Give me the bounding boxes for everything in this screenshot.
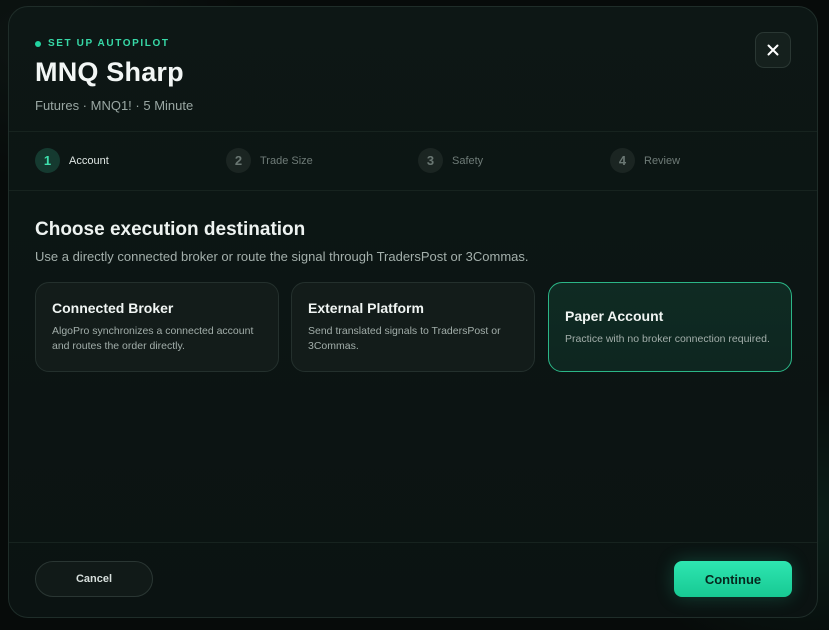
step-trade-size[interactable]: 2 Trade Size	[226, 148, 313, 173]
step-account[interactable]: 1 Account	[35, 148, 109, 173]
step-safety[interactable]: 3 Safety	[418, 148, 483, 173]
step-label: Review	[644, 154, 681, 167]
close-icon	[767, 44, 779, 56]
modal-footer: Cancel Continue	[9, 542, 817, 617]
kicker-label: SET UP AUTOPILOT	[48, 38, 170, 49]
step-label: Account	[69, 154, 109, 167]
status-dot-icon	[35, 40, 41, 47]
option-title: Connected Broker	[52, 300, 174, 316]
option-connected-broker[interactable]: Connected Broker AlgoPro synchronizes a …	[35, 282, 279, 372]
autopilot-setup-modal: SET UP AUTOPILOT MNQ Sharp Futures · MNQ…	[8, 6, 818, 618]
kicker: SET UP AUTOPILOT	[35, 38, 170, 49]
option-title: External Platform	[308, 300, 424, 316]
section-description: Use a directly connected broker or route…	[35, 249, 529, 264]
option-paper-account[interactable]: Paper Account Practice with no broker co…	[548, 282, 792, 372]
stepper: 1 Account 2 Trade Size 3 Safety 4 Review	[9, 131, 817, 191]
modal-title: MNQ Sharp	[35, 57, 184, 87]
step-number: 4	[610, 148, 635, 173]
modal-subtitle: Futures · MNQ1! · 5 Minute	[35, 98, 194, 113]
step-number: 2	[226, 148, 251, 173]
close-button[interactable]	[755, 32, 791, 68]
cancel-button[interactable]: Cancel	[35, 561, 153, 597]
option-description: AlgoPro synchronizes a connected account…	[52, 325, 254, 352]
step-review[interactable]: 4 Review	[610, 148, 680, 173]
step-label: Safety	[452, 154, 484, 167]
option-description: Practice with no broker connection requi…	[565, 332, 770, 345]
continue-button[interactable]: Continue	[674, 561, 792, 597]
modal-header: SET UP AUTOPILOT MNQ Sharp Futures · MNQ…	[9, 7, 817, 132]
step-number: 1	[35, 148, 60, 173]
step-label: Trade Size	[260, 154, 313, 167]
option-description: Send translated signals to TradersPost o…	[308, 325, 501, 352]
option-external-platform[interactable]: External Platform Send translated signal…	[291, 282, 535, 372]
step-number: 3	[418, 148, 443, 173]
section-title: Choose execution destination	[35, 219, 306, 240]
option-title: Paper Account	[565, 307, 664, 324]
